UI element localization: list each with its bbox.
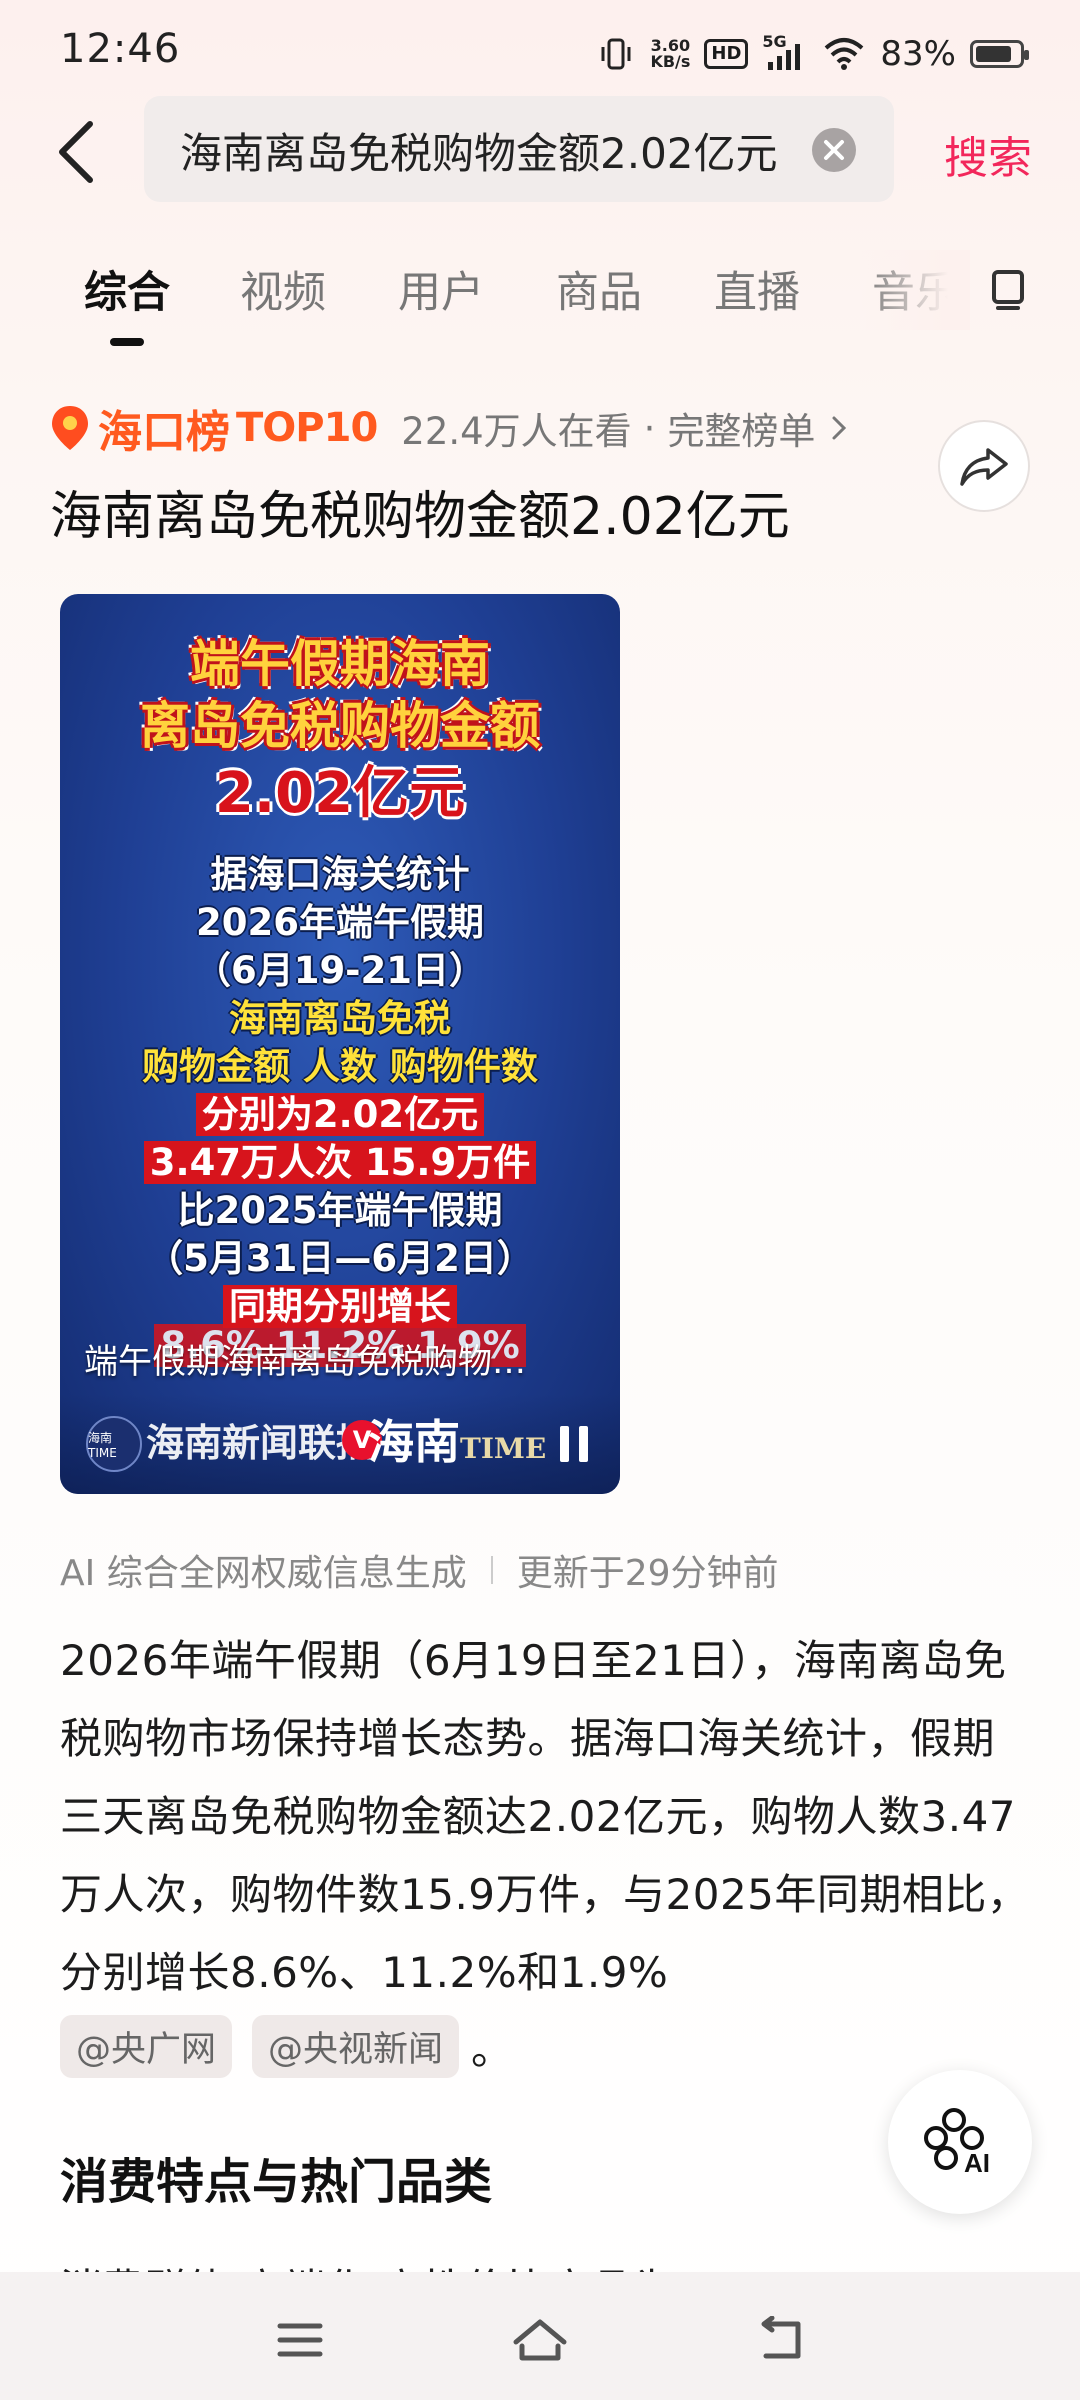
back-button[interactable] xyxy=(50,112,110,192)
video-line: 据海口海关统计 xyxy=(210,853,470,896)
wifi-icon xyxy=(822,36,866,72)
tab-comprehensive[interactable]: 综合 xyxy=(84,258,170,320)
tab-fade xyxy=(860,250,970,330)
ai-assistant-button[interactable]: AI xyxy=(888,2070,1032,2214)
network-type: 5G xyxy=(762,32,787,51)
status-time: 12:46 xyxy=(60,26,181,72)
video-line: 海南离岛免税 xyxy=(229,997,451,1040)
battery-fill xyxy=(976,46,1011,62)
status-icons: 3.60 KB/s HD 5G 83% xyxy=(596,30,1029,78)
reference-chip[interactable]: @央广网 xyxy=(60,2014,233,2078)
video-line: （5月31日—6月2日） xyxy=(146,1237,534,1280)
system-nav-bar xyxy=(0,2272,1080,2400)
channel-logo-main: 海南 xyxy=(368,1415,460,1469)
hd-icon: HD xyxy=(704,39,749,69)
reference-row: @央广网 @央视新闻 。 xyxy=(60,2014,514,2078)
home-icon[interactable] xyxy=(510,2316,570,2364)
video-line-text: 3.47万人次 15.9万件 xyxy=(143,1141,537,1184)
channel-logo: 海南TIME xyxy=(86,1416,142,1472)
ranking-separator: · xyxy=(643,406,656,450)
ai-icon: AI xyxy=(924,2108,990,2178)
status-bar: 12:46 3.60 KB/s HD 5G 83% xyxy=(0,0,1080,100)
tab-video[interactable]: 视频 xyxy=(240,258,326,320)
channel-name: 海南新闻联播 xyxy=(146,1421,375,1465)
source-label: AI 综合全网权威信息生成 xyxy=(60,1553,467,1594)
battery-icon xyxy=(970,40,1029,68)
video-line: （6月19-21日） xyxy=(193,949,487,992)
reference-end: 。 xyxy=(471,2024,514,2074)
video-line: 2026年端午假期 xyxy=(196,901,484,944)
video-line: 分别为2.02亿元 xyxy=(60,1084,620,1138)
summary-text: 2026年端午假期（6月19日至21日），海南离岛免税购物市场保持增长态势。据海… xyxy=(60,1636,1030,1997)
pause-icon[interactable] xyxy=(554,1422,594,1466)
ranking-viewers: 22.4万人在看 xyxy=(401,410,632,453)
video-line: 比2025年端午假期 xyxy=(177,1189,503,1232)
section-title: 消费特点与热门品类 xyxy=(60,2154,493,2210)
channel-logo-text: 海南TIME xyxy=(368,1406,546,1472)
search-button[interactable]: 搜索 xyxy=(944,122,1032,186)
share-button[interactable] xyxy=(938,420,1030,512)
net-speed: 3.60 KB/s xyxy=(650,38,690,70)
tab-expand-icon xyxy=(992,270,1024,310)
clear-icon[interactable] xyxy=(812,128,856,172)
ranking-top: TOP10 xyxy=(236,405,378,451)
back-nav-icon[interactable] xyxy=(752,2315,808,2364)
tab-more-button[interactable] xyxy=(988,264,1028,312)
search-input[interactable]: 海南离岛免税购物金额2.02亿元 xyxy=(144,96,894,202)
video-line-text: 分别为2.02亿元 xyxy=(195,1093,485,1136)
ranking-name: 海口榜 xyxy=(98,407,230,458)
video-title-line-3: 2.02亿元 xyxy=(214,761,466,826)
location-pin-icon xyxy=(52,406,88,450)
back-arrow-icon xyxy=(59,121,93,183)
video-card[interactable]: 端午假期海南 离岛免税购物金额 2.02亿元 据海口海关统计 2026年端午假期… xyxy=(60,594,620,1494)
reference-chip[interactable]: @央视新闻 xyxy=(252,2014,460,2078)
channel-logo-sub: TIME xyxy=(460,1432,547,1465)
menu-icon[interactable] xyxy=(272,2316,328,2364)
vibrate-icon xyxy=(596,34,636,74)
video-caption: 端午假期海南离岛免税购物… xyxy=(84,1342,526,1382)
tab-products[interactable]: 商品 xyxy=(556,258,642,320)
chevron-right-icon xyxy=(832,416,847,440)
video-line-text: 同期分别增长 xyxy=(223,1285,457,1328)
tab-live[interactable]: 直播 xyxy=(714,258,800,320)
search-query[interactable]: 海南离岛免税购物金额2.02亿元 xyxy=(180,120,800,181)
signal-icon: 5G xyxy=(762,32,808,74)
battery-percent: 83% xyxy=(880,34,956,74)
video-line: 同期分别增长 xyxy=(60,1276,620,1330)
ranking-row[interactable]: 海口榜 TOP10 22.4万人在看 · 完整榜单 xyxy=(50,398,849,458)
active-tab-indicator xyxy=(110,338,144,346)
video-line: 购物金额 人数 购物件数 xyxy=(142,1045,538,1088)
share-icon xyxy=(960,448,1008,486)
video-line: 3.47万人次 15.9万件 xyxy=(60,1132,620,1186)
ai-label: AI xyxy=(964,2148,990,2178)
tab-bar: 综合 视频 用户 商品 直播 音乐 xyxy=(0,250,1080,350)
tab-users[interactable]: 用户 xyxy=(398,258,484,320)
source-line: AI 综合全网权威信息生成 更新于29分钟前 xyxy=(60,1544,779,1596)
net-speed-unit: KB/s xyxy=(650,52,691,71)
source-divider xyxy=(490,1556,493,1584)
full-ranking-link[interactable]: 完整榜单 xyxy=(667,401,815,455)
update-time: 更新于29分钟前 xyxy=(516,1553,779,1594)
headline: 海南离岛免税购物金额2.02亿元 xyxy=(50,487,790,547)
